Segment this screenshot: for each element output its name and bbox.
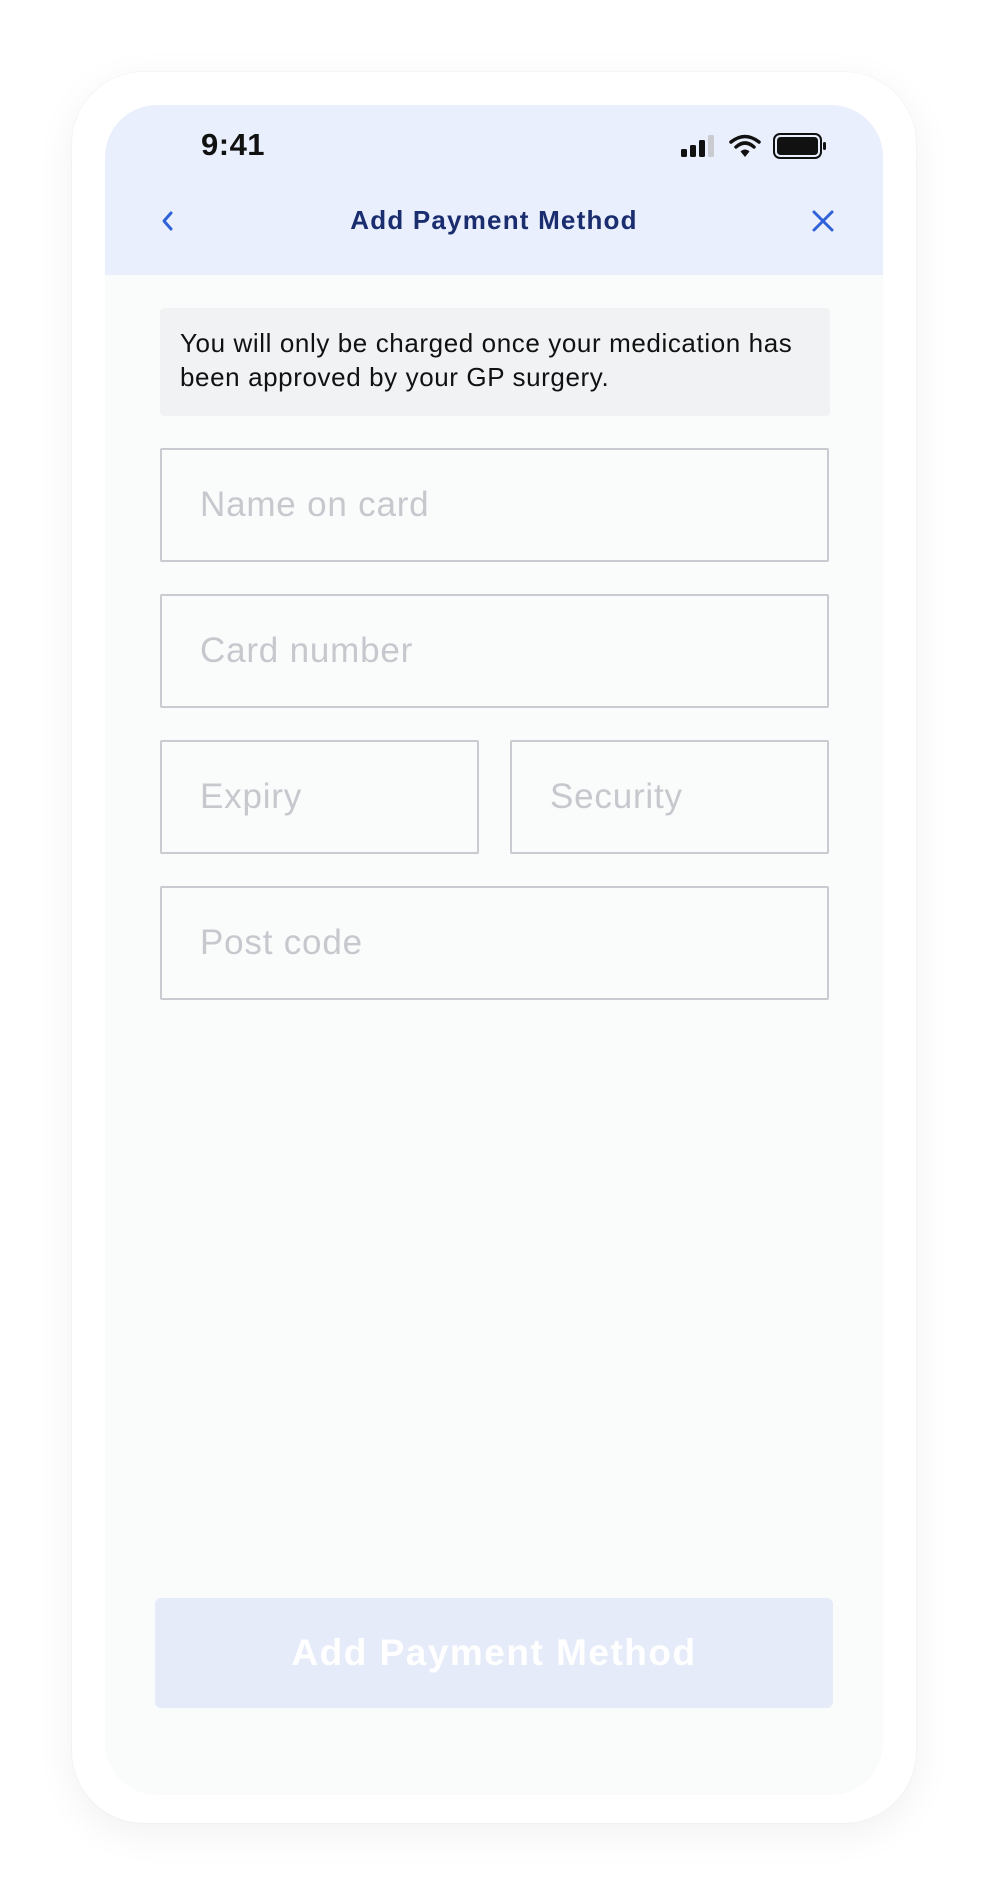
post-code-input[interactable] [160,886,829,1000]
battery-icon [773,133,827,164]
app-screen: 9:41 Add Payment Method You will only be… [105,105,883,1795]
card-number-input[interactable] [160,594,829,708]
expiry-input[interactable] [160,740,479,854]
page-title: Add Payment Method [350,205,638,235]
add-payment-method-button[interactable]: Add Payment Method [155,1598,833,1708]
security-code-input[interactable] [510,740,829,854]
nav-bar: Add Payment Method [105,195,883,251]
close-button[interactable] [803,201,843,241]
status-icons [681,133,827,164]
status-time: 9:41 [201,127,266,162]
name-on-card-input[interactable] [160,448,829,562]
wifi-icon [729,134,761,163]
header: 9:41 Add Payment Method [105,105,883,275]
cellular-signal-icon [681,135,717,162]
charge-notice: You will only be charged once your medic… [160,308,830,416]
close-icon [812,210,834,232]
